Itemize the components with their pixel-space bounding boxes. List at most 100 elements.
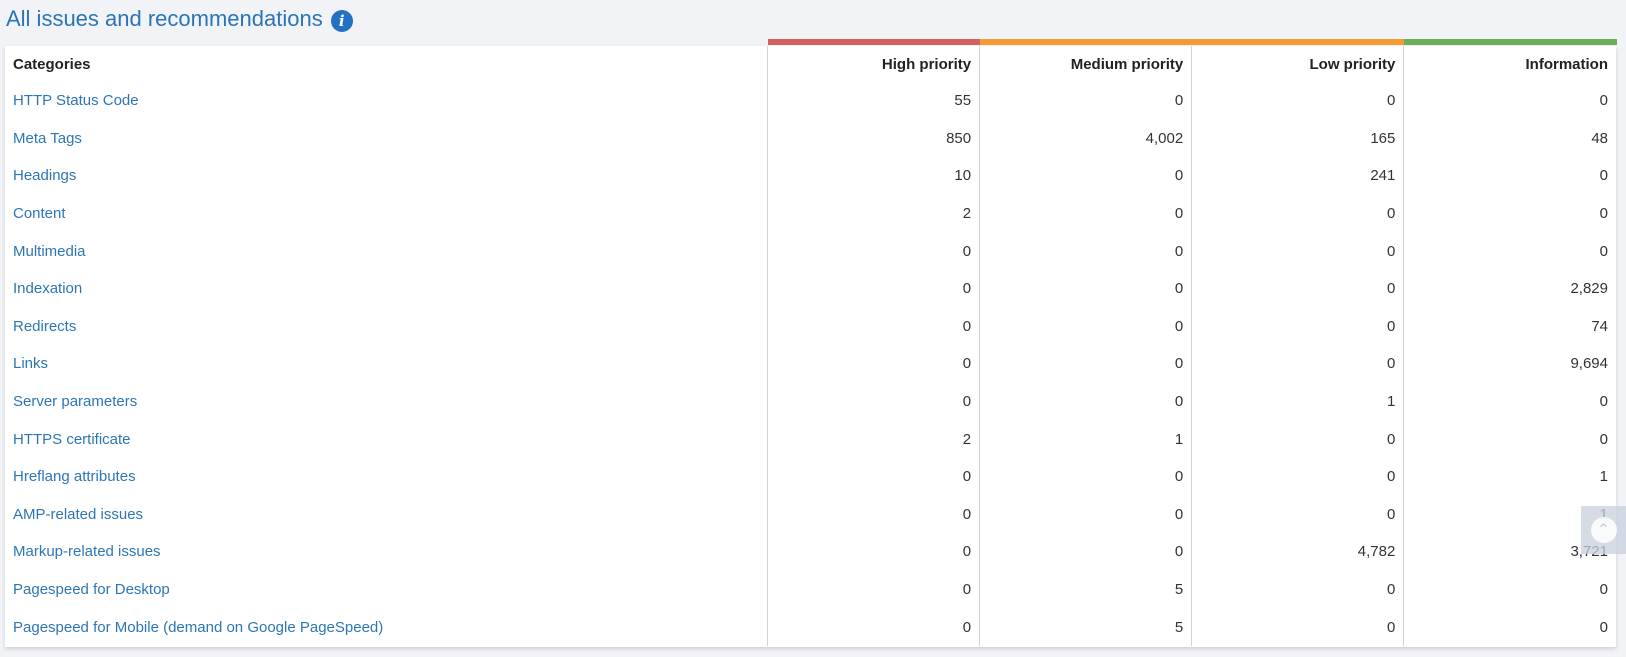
category-cell: AMP-related issues [5, 496, 767, 534]
info-icon[interactable]: i [330, 9, 353, 32]
info-count-cell[interactable]: 0 [1403, 194, 1616, 233]
info-count-cell[interactable]: 74 [1403, 307, 1616, 346]
medium-priority-bar [980, 39, 1193, 45]
high-count-cell[interactable]: 10 [766, 157, 980, 195]
low-count-cell[interactable]: 0 [1191, 570, 1404, 609]
low-count-cell[interactable]: 0 [1191, 608, 1404, 646]
category-link[interactable]: Pagespeed for Mobile (demand on Google P… [13, 619, 383, 636]
medium-count-cell[interactable]: 5 [979, 608, 1192, 646]
table-row: Server parameters 0 0 1 0 [5, 382, 1616, 421]
medium-count-cell[interactable]: 4,002 [979, 119, 1192, 158]
low-count-cell[interactable]: 0 [1191, 495, 1404, 534]
low-count-cell[interactable]: 0 [1191, 194, 1404, 233]
medium-count-cell[interactable]: 5 [979, 570, 1192, 609]
high-count-cell[interactable]: 0 [766, 457, 980, 496]
high-count-cell[interactable]: 2 [766, 194, 980, 233]
column-header-low-priority[interactable]: Low priority [1191, 39, 1405, 82]
medium-count-cell[interactable]: 0 [979, 232, 1192, 270]
high-count-cell[interactable]: 0 [766, 232, 980, 270]
info-count-cell[interactable]: 0 [1403, 420, 1616, 458]
low-count-cell[interactable]: 0 [1191, 269, 1404, 308]
info-count-cell[interactable]: 0 [1403, 382, 1616, 421]
info-count-cell[interactable]: 48 [1403, 119, 1616, 158]
info-count-cell[interactable]: 9,694 [1403, 345, 1616, 383]
low-count-cell[interactable]: 4,782 [1191, 533, 1404, 571]
category-link[interactable]: Server parameters [13, 393, 137, 410]
low-count-cell[interactable]: 0 [1191, 307, 1404, 346]
medium-count-cell[interactable]: 0 [979, 157, 1192, 195]
low-count-cell[interactable]: 0 [1191, 232, 1404, 270]
medium-count-cell[interactable]: 0 [979, 82, 1192, 120]
section-header: All issues and recommendations i [6, 6, 353, 32]
category-link[interactable]: Redirects [13, 318, 76, 335]
high-count-cell[interactable]: 850 [766, 119, 980, 158]
category-link[interactable]: Multimedia [13, 243, 86, 260]
information-bar [1404, 39, 1617, 45]
low-count-cell[interactable]: 165 [1191, 119, 1404, 158]
info-count-cell[interactable]: 0 [1403, 82, 1616, 120]
table-row: Indexation 0 0 0 2,829 [5, 269, 1616, 308]
medium-count-cell[interactable]: 0 [979, 345, 1192, 383]
high-count-cell[interactable]: 0 [766, 533, 980, 571]
category-link[interactable]: HTTP Status Code [13, 92, 139, 109]
column-header-information[interactable]: Information [1403, 39, 1617, 82]
category-link[interactable]: Markup-related issues [13, 543, 161, 560]
info-count-cell[interactable]: 0 [1403, 232, 1616, 270]
medium-count-cell[interactable]: 0 [979, 307, 1192, 346]
medium-count-cell[interactable]: 0 [979, 269, 1192, 308]
high-count-cell[interactable]: 55 [766, 82, 980, 120]
category-cell: Pagespeed for Desktop [5, 571, 767, 609]
medium-count-cell[interactable]: 1 [979, 420, 1192, 458]
scroll-to-top-button[interactable]: ⌃ [1581, 506, 1626, 554]
info-count-cell[interactable]: 2,829 [1403, 269, 1616, 308]
low-count-cell[interactable]: 0 [1191, 345, 1404, 383]
table-row: HTTPS certificate 2 1 0 0 [5, 420, 1616, 458]
category-link[interactable]: Content [13, 205, 66, 222]
low-count-cell[interactable]: 1 [1191, 382, 1404, 421]
table-row: HTTP Status Code 55 0 0 0 [5, 82, 1616, 120]
high-count-cell[interactable]: 0 [766, 495, 980, 534]
category-link[interactable]: Hreflang attributes [13, 468, 136, 485]
category-cell: Meta Tags [5, 120, 767, 158]
table-row: Multimedia 0 0 0 0 [5, 232, 1616, 270]
info-count-cell[interactable]: 0 [1403, 157, 1616, 195]
page-title: All issues and recommendations [6, 6, 323, 31]
category-link[interactable]: HTTPS certificate [13, 431, 131, 448]
info-count-cell[interactable]: 0 [1403, 570, 1616, 609]
category-link[interactable]: AMP-related issues [13, 506, 143, 523]
high-count-cell[interactable]: 0 [766, 608, 980, 646]
high-count-cell[interactable]: 0 [766, 269, 980, 308]
category-link[interactable]: Headings [13, 167, 76, 184]
table-row: Redirects 0 0 0 74 [5, 307, 1616, 346]
category-cell: Server parameters [5, 383, 767, 421]
column-header-medium-priority[interactable]: Medium priority [979, 39, 1193, 82]
medium-count-cell[interactable]: 0 [979, 533, 1192, 571]
medium-count-cell[interactable]: 0 [979, 194, 1192, 233]
issues-table-panel: Categories High priority Medium priority… [5, 39, 1617, 647]
medium-count-cell[interactable]: 0 [979, 495, 1192, 534]
medium-count-cell[interactable]: 0 [979, 457, 1192, 496]
high-count-cell[interactable]: 0 [766, 570, 980, 609]
info-count-cell[interactable]: 0 [1403, 608, 1616, 646]
category-link[interactable]: Links [13, 355, 48, 372]
low-count-cell[interactable]: 0 [1191, 82, 1404, 120]
category-cell: Links [5, 345, 767, 383]
low-count-cell[interactable]: 241 [1191, 157, 1404, 195]
high-count-cell[interactable]: 0 [766, 345, 980, 383]
category-cell: HTTPS certificate [5, 420, 767, 458]
category-cell: Multimedia [5, 232, 767, 270]
high-count-cell[interactable]: 0 [766, 382, 980, 421]
category-link[interactable]: Pagespeed for Desktop [13, 581, 170, 598]
info-count-cell[interactable]: 1 [1403, 457, 1616, 496]
category-link[interactable]: Indexation [13, 280, 82, 297]
high-count-cell[interactable]: 0 [766, 307, 980, 346]
column-header-high-priority[interactable]: High priority [766, 39, 981, 82]
issues-table: Categories High priority Medium priority… [5, 39, 1617, 646]
low-count-cell[interactable]: 0 [1191, 420, 1404, 458]
category-cell: Hreflang attributes [5, 458, 767, 496]
medium-count-cell[interactable]: 0 [979, 382, 1192, 421]
category-cell: Content [5, 195, 767, 233]
low-count-cell[interactable]: 0 [1191, 457, 1404, 496]
high-count-cell[interactable]: 2 [766, 420, 980, 458]
category-link[interactable]: Meta Tags [13, 130, 82, 147]
